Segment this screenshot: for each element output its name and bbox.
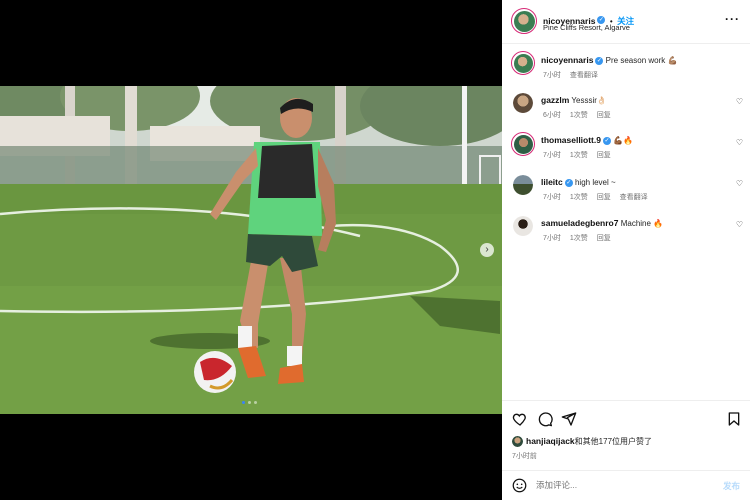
- post-media: ›: [0, 0, 502, 500]
- like-comment-heart-icon[interactable]: ♡: [736, 97, 743, 106]
- likes-summary: hanjiaqijack和其他177位用户赞了: [512, 436, 652, 448]
- comment-body: Yesssir👌🏻: [571, 96, 607, 105]
- comment-meta: 6小时 1次赞 回复: [543, 110, 618, 120]
- post-header: nicoyennaris ✓ • 关注 Pine Cliffs Resort, A…: [502, 0, 750, 44]
- comment-item: thomaselliott.9 ✓ 💪🏾🔥 7小时 1次赞 回复 ♡: [502, 132, 750, 164]
- author-avatar[interactable]: [511, 51, 535, 75]
- comment-input[interactable]: [536, 480, 686, 490]
- caption-body: Pre season work 💪🏽: [605, 56, 678, 65]
- reply-button[interactable]: 回复: [597, 194, 611, 201]
- comment-body: Machine 🔥: [620, 219, 664, 228]
- comment-like-count[interactable]: 1次赞: [570, 235, 588, 242]
- caption-username[interactable]: nicoyennaris: [541, 55, 593, 65]
- caption-meta: 7小时 查看翻译: [543, 70, 605, 80]
- carousel-dot: [242, 401, 245, 404]
- comment-bubble-icon[interactable]: [537, 411, 553, 427]
- comment-item: lileitc ✓ high level ~ 7小时 1次赞 回复 查看翻译 ♡: [502, 174, 750, 206]
- verified-icon: ✓: [595, 56, 604, 65]
- action-bar: [502, 400, 750, 434]
- reply-button[interactable]: 回复: [597, 235, 611, 242]
- post-photo: [0, 86, 502, 414]
- like-comment-heart-icon[interactable]: ♡: [736, 220, 743, 229]
- verified-icon: ✓: [564, 178, 573, 187]
- comment-like-count[interactable]: 1次赞: [570, 194, 588, 201]
- comment-item: gazzlm Yesssir👌🏻 6小时 1次赞 回复 ♡: [502, 92, 750, 124]
- emoji-icon[interactable]: [512, 478, 527, 493]
- comment-username[interactable]: samueladegbenro7: [541, 218, 618, 228]
- translate-link[interactable]: 查看翻译: [570, 72, 598, 79]
- comment-like-count[interactable]: 1次赞: [570, 152, 588, 159]
- likes-text[interactable]: 和其他177位用户赞了: [575, 437, 652, 446]
- location-link[interactable]: Pine Cliffs Resort, Algarve: [543, 23, 630, 32]
- comment-time: 7小时: [543, 194, 561, 201]
- comment-text: lileitc ✓ high level ~: [541, 177, 616, 187]
- like-heart-icon[interactable]: [512, 411, 528, 427]
- carousel-next-button[interactable]: ›: [480, 243, 494, 257]
- comment-body: high level ~: [574, 178, 616, 187]
- post-comment-button[interactable]: 发布: [723, 480, 740, 492]
- commenter-avatar[interactable]: [513, 175, 533, 195]
- add-comment-bar: 发布: [502, 470, 750, 500]
- comment-item: samueladegbenro7 Machine 🔥 7小时 1次赞 回复 ♡: [502, 215, 750, 247]
- commenter-avatar[interactable]: [511, 132, 535, 156]
- translate-link[interactable]: 查看翻译: [620, 194, 648, 201]
- comment-text: samueladegbenro7 Machine 🔥: [541, 218, 663, 228]
- verified-icon: ✓: [602, 136, 611, 145]
- share-send-icon[interactable]: [561, 411, 577, 427]
- liker-avatar[interactable]: [512, 436, 523, 448]
- post-timestamp[interactable]: 7小时前: [512, 451, 537, 461]
- comment-meta: 7小时 1次赞 回复 查看翻译: [543, 192, 655, 202]
- comment-time: 7小时: [543, 235, 561, 242]
- comment-text: gazzlm Yesssir👌🏻: [541, 95, 607, 105]
- liker-username[interactable]: hanjiaqijack: [526, 436, 575, 446]
- caption-text: nicoyennaris ✓ Pre season work 💪🏽: [541, 55, 677, 65]
- carousel-dot: [254, 401, 257, 404]
- comment-like-count[interactable]: 1次赞: [570, 112, 588, 119]
- author-avatar[interactable]: [511, 8, 537, 34]
- carousel-dots: [242, 401, 257, 404]
- comment-meta: 7小时 1次赞 回复: [543, 233, 618, 243]
- comment-body: 💪🏾🔥: [613, 136, 634, 145]
- comment-meta: 7小时 1次赞 回复: [543, 150, 618, 160]
- comment-username[interactable]: gazzlm: [541, 95, 569, 105]
- comment-time: 7小时: [543, 152, 561, 159]
- comment-username[interactable]: thomaselliott.9: [541, 135, 601, 145]
- commenter-avatar[interactable]: [513, 93, 533, 113]
- reply-button[interactable]: 回复: [597, 112, 611, 119]
- comment-text: thomaselliott.9 ✓ 💪🏾🔥: [541, 135, 633, 145]
- post-panel: nicoyennaris ✓ • 关注 Pine Cliffs Resort, A…: [502, 0, 750, 500]
- comment-username[interactable]: lileitc: [541, 177, 563, 187]
- like-comment-heart-icon[interactable]: ♡: [736, 138, 743, 147]
- carousel-dot: [248, 401, 251, 404]
- commenter-avatar[interactable]: [513, 216, 533, 236]
- caption: nicoyennaris ✓ Pre season work 💪🏽 7小时 查看翻…: [502, 50, 750, 82]
- bookmark-icon[interactable]: [726, 411, 742, 427]
- reply-button[interactable]: 回复: [597, 152, 611, 159]
- like-comment-heart-icon[interactable]: ♡: [736, 179, 743, 188]
- more-options-icon[interactable]: ···: [725, 12, 740, 26]
- comment-time: 6小时: [543, 112, 561, 119]
- caption-time: 7小时: [543, 72, 561, 79]
